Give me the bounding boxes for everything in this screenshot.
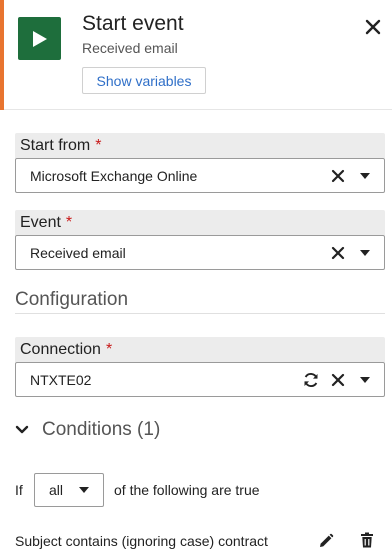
conditions-heading[interactable]: Conditions (1) [42, 419, 160, 441]
quantifier-select[interactable]: all [34, 473, 104, 507]
event-select[interactable]: Received email [15, 235, 385, 270]
start-from-select[interactable]: Microsoft Exchange Online [15, 158, 385, 193]
start-from-value: Microsoft Exchange Online [30, 167, 198, 184]
event-label: Event * [15, 210, 385, 235]
show-variables-button[interactable]: Show variables [82, 67, 206, 94]
clear-icon[interactable] [329, 244, 347, 262]
connection-label-text: Connection [20, 340, 101, 358]
event-value: Received email [30, 244, 126, 261]
page-title: Start event [82, 12, 184, 35]
configuration-heading: Configuration [15, 289, 129, 310]
event-label-text: Event [20, 213, 61, 231]
caret-down-icon[interactable] [356, 244, 374, 262]
caret-down-icon[interactable] [75, 481, 93, 499]
required-marker: * [65, 213, 73, 231]
clear-icon[interactable] [329, 371, 347, 389]
start-from-label: Start from * [15, 133, 385, 158]
list-item: Subject contains (ignoring case) contrac… [15, 530, 385, 552]
play-icon [18, 17, 61, 60]
refresh-icon[interactable] [302, 371, 320, 389]
step-header: Start event Received email Show variable… [0, 0, 392, 110]
if-label: If [15, 482, 23, 498]
pencil-icon[interactable] [317, 532, 335, 550]
caret-down-icon[interactable] [356, 167, 374, 185]
accent-bar [0, 0, 4, 110]
quantifier-value: all [49, 482, 64, 498]
required-marker: * [105, 340, 113, 358]
chevron-down-icon[interactable] [15, 420, 33, 440]
section-divider [15, 313, 385, 314]
clear-icon[interactable] [329, 167, 347, 185]
connection-value: NTXTE02 [30, 371, 92, 388]
trash-icon[interactable] [358, 531, 376, 549]
start-from-label-text: Start from [20, 136, 91, 154]
connection-label: Connection * [15, 337, 385, 362]
required-marker: * [95, 136, 102, 154]
close-icon[interactable] [362, 16, 384, 38]
following-text: of the following are true [114, 482, 260, 498]
caret-down-icon[interactable] [356, 371, 374, 389]
page-subtitle: Received email [82, 40, 178, 56]
connection-select[interactable]: NTXTE02 [15, 362, 385, 397]
